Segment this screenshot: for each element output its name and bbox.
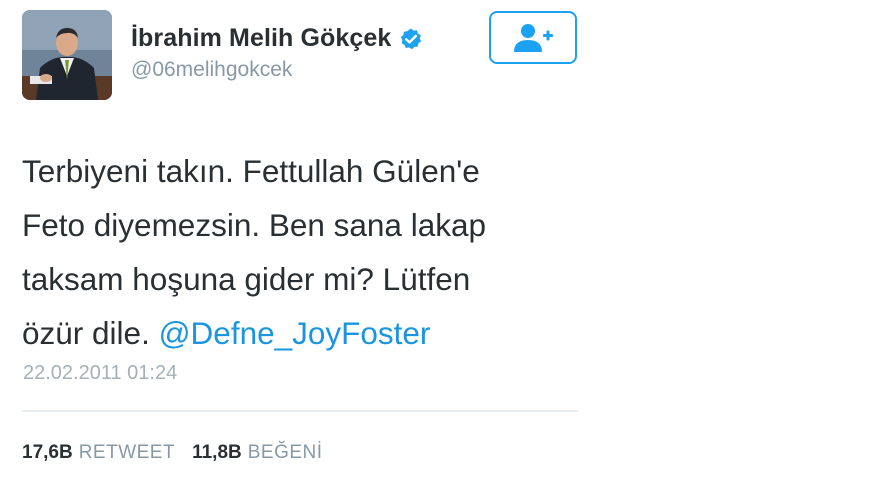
tweet-card: İbrahim Melih Gökçek @06melihgokcek Terb… (0, 0, 880, 491)
like-count[interactable]: 11,8B (192, 442, 242, 464)
add-user-icon (514, 23, 553, 52)
avatar[interactable] (22, 10, 112, 100)
tweet-text-line-last: özür dile. @Defne_JoyFoster (22, 306, 582, 360)
follow-button[interactable] (489, 11, 577, 64)
like-label[interactable]: BEĞENİ (248, 442, 323, 464)
retweet-label[interactable]: RETWEET (79, 442, 175, 464)
display-name[interactable]: İbrahim Melih Gökçek (131, 24, 391, 53)
avatar-photo (22, 10, 112, 100)
user-handle[interactable]: @06melihgokcek (131, 58, 292, 82)
tweet-text-line: Feto diyemezsin. Ben sana lakap (22, 207, 487, 243)
tweet-text-line: taksam hoşuna gider mi? Lütfen (22, 261, 471, 297)
retweet-count[interactable]: 17,6B (22, 442, 73, 464)
verified-badge-icon (399, 27, 423, 51)
tweet-text-line: Terbiyeni takın. Fettullah Gülen'e (22, 153, 480, 189)
tweet-text: Terbiyeni takın. Fettullah Gülen'e Feto … (22, 144, 582, 360)
tweet-timestamp[interactable]: 22.02.2011 01:24 (23, 362, 177, 385)
divider (22, 410, 578, 412)
tweet-text-line: özür dile. (22, 315, 159, 351)
tweet-stats: 17,6B RETWEET 11,8B BEĞENİ (22, 442, 323, 464)
mention-link[interactable]: @Defne_JoyFoster (159, 315, 431, 351)
name-row: İbrahim Melih Gökçek (131, 24, 423, 53)
